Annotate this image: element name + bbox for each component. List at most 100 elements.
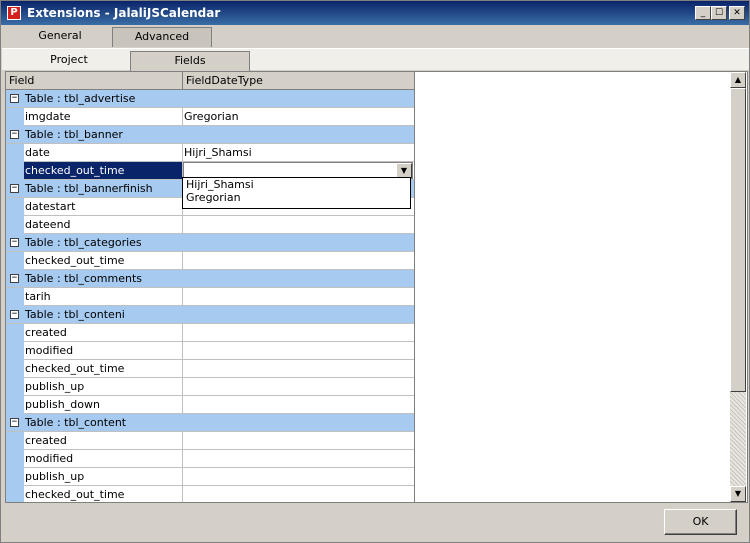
date-type-dropdown-list: Hijri_Shamsi Gregorian	[182, 177, 411, 209]
collapse-icon[interactable]: −	[10, 274, 19, 283]
field-name-cell[interactable]: publish_down	[24, 396, 183, 413]
field-date-type-cell[interactable]	[183, 396, 414, 413]
table-group-row[interactable]: − Table : tbl_comments	[6, 270, 414, 288]
field-date-type-cell[interactable]	[183, 342, 414, 359]
close-button[interactable]: ✕	[729, 6, 745, 20]
field-row[interactable]: modified	[6, 450, 414, 468]
collapse-icon[interactable]: −	[10, 130, 19, 139]
row-indent	[6, 324, 24, 342]
collapse-icon[interactable]: −	[10, 418, 19, 427]
field-date-type-cell[interactable]	[183, 288, 414, 305]
app-icon: P	[7, 6, 21, 20]
extensions-window: P Extensions - JalaliJSCalendar _ ☐ ✕ Ge…	[0, 0, 750, 543]
maximize-button[interactable]: ☐	[711, 6, 727, 20]
field-row[interactable]: date Hijri_Shamsi	[6, 144, 414, 162]
field-name-cell[interactable]: date	[24, 144, 183, 161]
ok-button[interactable]: OK	[664, 509, 737, 535]
row-indent	[6, 396, 24, 414]
collapse-icon[interactable]: −	[10, 238, 19, 247]
tab-project[interactable]: Project	[8, 51, 130, 71]
field-name-cell[interactable]: datestart	[24, 198, 183, 215]
row-indent	[6, 252, 24, 270]
field-name-cell[interactable]: checked_out_time	[24, 486, 183, 502]
field-name-cell[interactable]: dateend	[24, 216, 183, 233]
field-date-type-cell[interactable]	[183, 360, 414, 377]
field-row[interactable]: publish_down	[6, 396, 414, 414]
fields-grid: Field FieldDateType − Table : tbl_adverti…	[5, 71, 415, 503]
field-date-type-cell[interactable]: Hijri_Shamsi	[183, 144, 414, 161]
field-row[interactable]: publish_up	[6, 378, 414, 396]
field-name-cell[interactable]: checked_out_time	[24, 252, 183, 269]
table-group-label: Table : tbl_advertise	[25, 92, 136, 105]
dropdown-option-hijri-shamsi[interactable]: Hijri_Shamsi	[183, 178, 410, 191]
row-indent	[6, 216, 24, 234]
field-row[interactable]: dateend	[6, 216, 414, 234]
field-name-cell[interactable]: checked_out_time	[24, 360, 183, 377]
dropdown-option-gregorian[interactable]: Gregorian	[183, 191, 410, 204]
row-indent	[6, 198, 24, 216]
field-name-cell[interactable]: modified	[24, 450, 183, 467]
collapse-icon[interactable]: −	[10, 184, 19, 193]
minimize-button[interactable]: _	[695, 6, 711, 20]
detail-panel	[415, 71, 748, 503]
table-group-row[interactable]: − Table : tbl_conteni	[6, 306, 414, 324]
field-date-type-cell[interactable]	[183, 216, 414, 233]
field-name-cell[interactable]: checked_out_time	[24, 162, 183, 179]
scroll-track[interactable]	[730, 392, 746, 486]
field-date-type-cell[interactable]	[183, 450, 414, 467]
field-row[interactable]: checked_out_time	[6, 360, 414, 378]
table-group-label: Table : tbl_categories	[25, 236, 142, 249]
table-group-row[interactable]: − Table : tbl_categories	[6, 234, 414, 252]
field-date-type-cell[interactable]	[183, 378, 414, 395]
field-row[interactable]: created	[6, 324, 414, 342]
column-header-field[interactable]: Field	[6, 72, 183, 90]
field-date-type-cell[interactable]: Gregorian	[183, 108, 414, 125]
field-row[interactable]: checked_out_time	[6, 252, 414, 270]
scroll-down-icon[interactable]: ▼	[730, 486, 746, 502]
tab-general[interactable]: General	[8, 27, 112, 47]
field-date-type-cell[interactable]	[183, 324, 414, 341]
field-row[interactable]: tarih	[6, 288, 414, 306]
table-group-row[interactable]: − Table : tbl_advertise	[6, 90, 414, 108]
title-bar[interactable]: P Extensions - JalaliJSCalendar _ ☐ ✕	[1, 1, 749, 25]
vertical-scrollbar[interactable]: ▲ ▼	[730, 72, 746, 502]
field-date-type-cell[interactable]	[183, 468, 414, 485]
main-tabs: General Advanced	[2, 25, 749, 47]
column-header-fielddatetype[interactable]: FieldDateType	[183, 72, 414, 90]
chevron-down-icon[interactable]: ▼	[396, 163, 412, 178]
grid-header: Field FieldDateType	[6, 72, 414, 90]
field-date-type-cell[interactable]	[183, 252, 414, 269]
table-group-label: Table : tbl_content	[25, 416, 127, 429]
field-name-cell[interactable]: imgdate	[24, 108, 183, 125]
scroll-up-icon[interactable]: ▲	[730, 72, 746, 88]
table-group-row[interactable]: − Table : tbl_content	[6, 414, 414, 432]
row-indent	[6, 162, 24, 180]
field-name-cell[interactable]: tarih	[24, 288, 183, 305]
field-row[interactable]: imgdate Gregorian	[6, 108, 414, 126]
field-row[interactable]: checked_out_time	[6, 486, 414, 502]
row-indent	[6, 360, 24, 378]
row-indent	[6, 486, 24, 502]
collapse-icon[interactable]: −	[10, 94, 19, 103]
collapse-icon[interactable]: −	[10, 310, 19, 319]
sub-tabs: Project Fields	[2, 48, 749, 71]
field-name-cell[interactable]: publish_up	[24, 468, 183, 485]
field-name-cell[interactable]: created	[24, 432, 183, 449]
row-indent	[6, 378, 24, 396]
field-row[interactable]: modified	[6, 342, 414, 360]
field-date-type-cell[interactable]	[183, 486, 414, 502]
field-name-cell[interactable]: modified	[24, 342, 183, 359]
row-indent	[6, 468, 24, 486]
field-name-cell[interactable]: created	[24, 324, 183, 341]
row-indent	[6, 144, 24, 162]
tab-advanced[interactable]: Advanced	[112, 27, 212, 47]
table-group-row[interactable]: − Table : tbl_banner	[6, 126, 414, 144]
tab-fields[interactable]: Fields	[130, 51, 250, 71]
field-name-cell[interactable]: publish_up	[24, 378, 183, 395]
table-group-label: Table : tbl_bannerfinish	[25, 182, 153, 195]
scroll-thumb[interactable]	[730, 88, 746, 392]
field-row[interactable]: publish_up	[6, 468, 414, 486]
field-date-type-cell[interactable]	[183, 432, 414, 449]
field-row[interactable]: created	[6, 432, 414, 450]
row-indent	[6, 432, 24, 450]
